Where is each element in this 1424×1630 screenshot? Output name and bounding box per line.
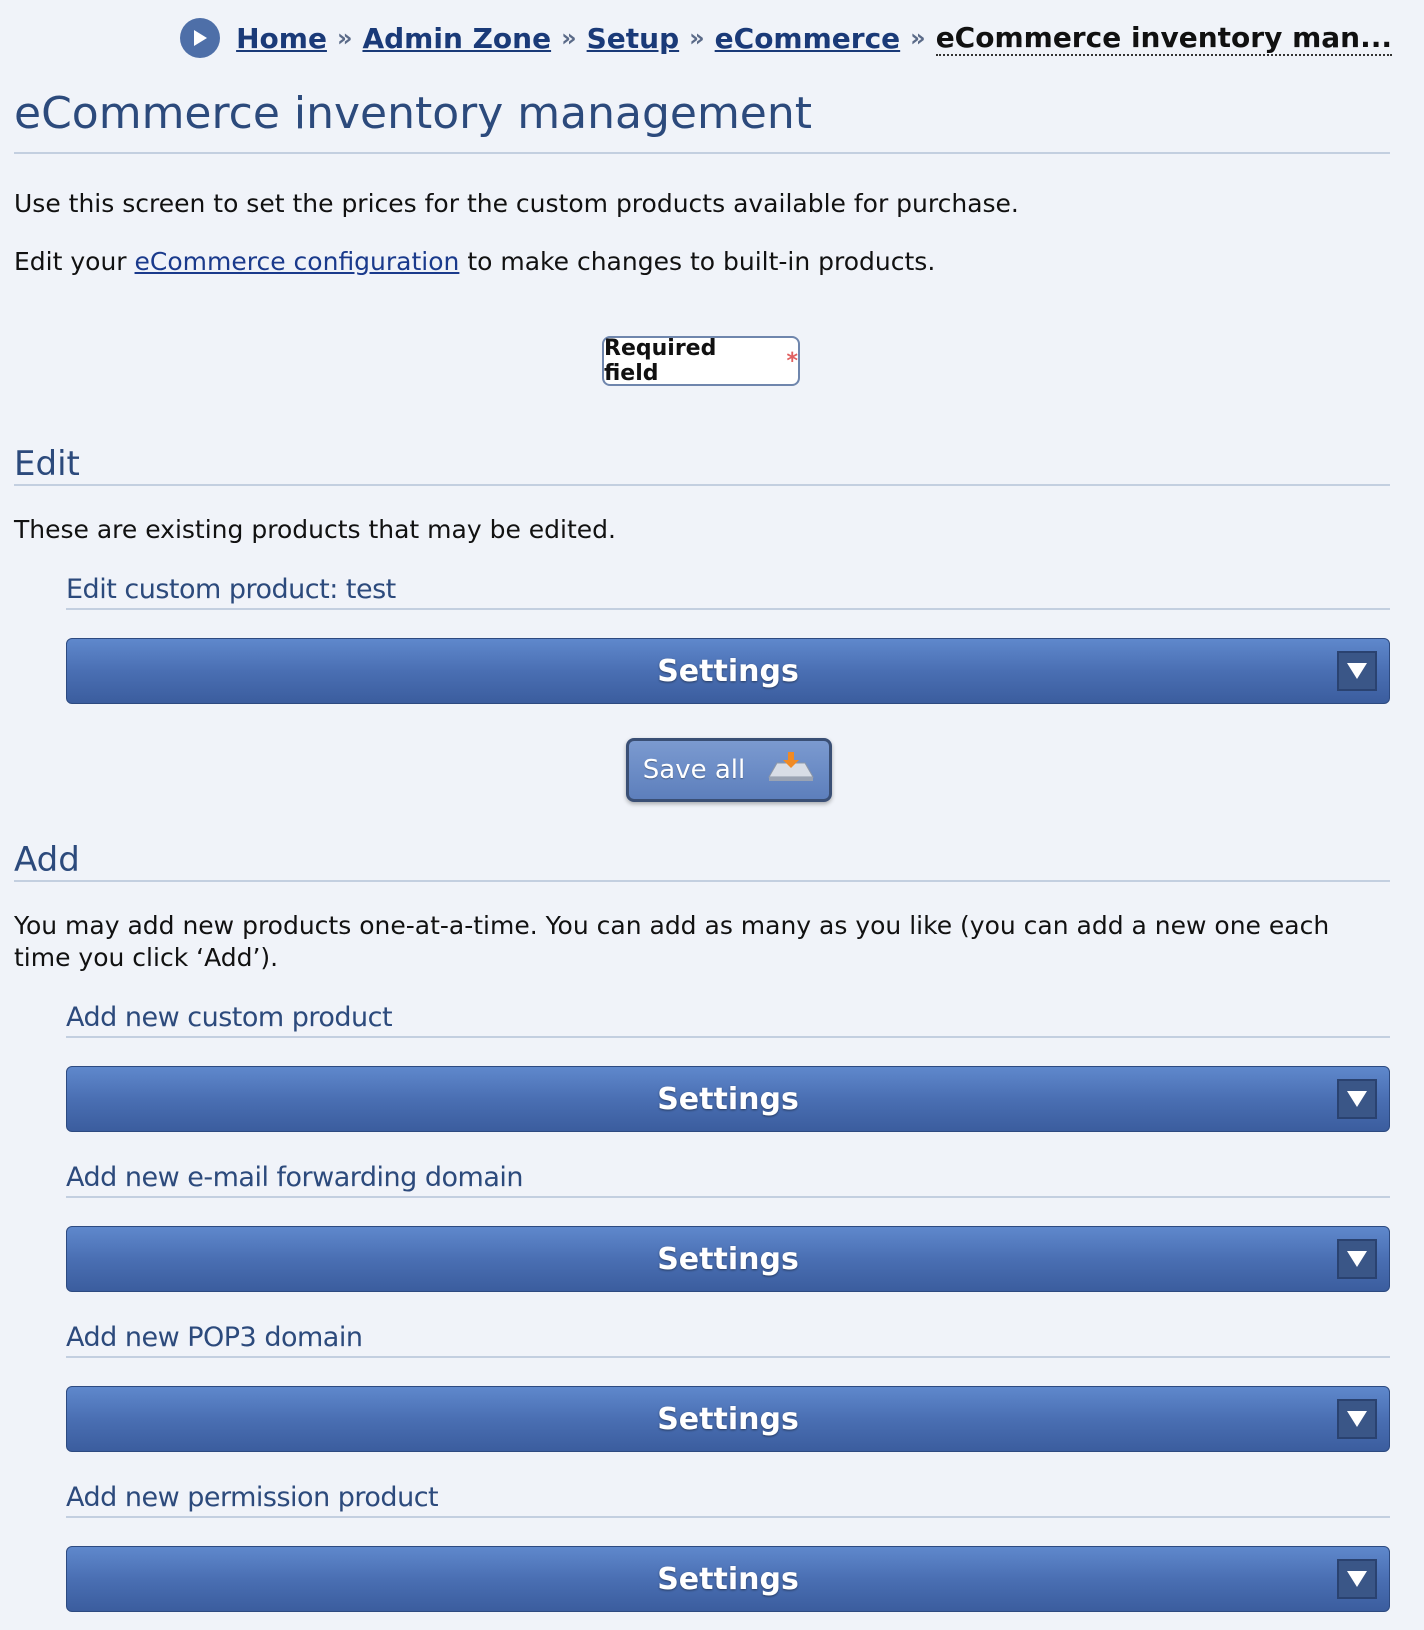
- triangle-down-icon: [1347, 1251, 1367, 1267]
- edit-section-description: These are existing products that may be …: [14, 515, 616, 544]
- add-divider: [14, 880, 1390, 882]
- required-star-icon: *: [786, 348, 798, 374]
- page: Home » Admin Zone » Setup » eCommerce » …: [0, 0, 1424, 1630]
- breadcrumb-current: eCommerce inventory man...: [935, 20, 1392, 56]
- breadcrumb-home-link[interactable]: Home: [236, 22, 327, 55]
- save-icon: [767, 751, 815, 790]
- subheading-divider: [66, 1516, 1390, 1518]
- expand-toggle[interactable]: [1337, 1079, 1377, 1119]
- settings-bar-add-email-forwarding[interactable]: Settings: [66, 1226, 1390, 1292]
- add-custom-product-heading: Add new custom product: [66, 1002, 393, 1033]
- breadcrumb-separator: »: [336, 24, 353, 52]
- save-all-button[interactable]: Save all: [626, 738, 832, 802]
- add-section-heading: Add: [14, 840, 80, 880]
- breadcrumb-separator: »: [561, 24, 577, 52]
- edit-custom-product-heading: Edit custom product: test: [66, 574, 396, 605]
- config-text-prefix: Edit your: [14, 247, 135, 276]
- page-title: eCommerce inventory management: [14, 88, 813, 139]
- breadcrumb-separator: »: [910, 24, 926, 52]
- settings-label: Settings: [657, 1401, 799, 1437]
- config-text: Edit your eCommerce configuration to mak…: [14, 246, 935, 278]
- add-permission-product-heading: Add new permission product: [66, 1482, 439, 1513]
- triangle-down-icon: [1347, 1411, 1367, 1427]
- edit-divider: [14, 484, 1390, 486]
- triangle-down-icon: [1347, 663, 1367, 679]
- config-text-suffix: to make changes to built-in products.: [459, 247, 936, 276]
- breadcrumb-admin-zone-link[interactable]: Admin Zone: [362, 22, 551, 55]
- add-pop3-domain-heading: Add new POP3 domain: [66, 1322, 363, 1353]
- settings-bar-add-permission-product[interactable]: Settings: [66, 1546, 1390, 1612]
- ecommerce-configuration-link[interactable]: eCommerce configuration: [135, 247, 460, 276]
- breadcrumb-setup-link[interactable]: Setup: [587, 22, 680, 55]
- save-all-label: Save all: [642, 755, 746, 785]
- triangle-down-icon: [1347, 1571, 1367, 1587]
- title-divider: [14, 152, 1390, 154]
- expand-toggle[interactable]: [1337, 1559, 1377, 1599]
- subheading-divider: [66, 608, 1390, 610]
- play-icon: [180, 18, 221, 58]
- settings-bar-edit-custom-product[interactable]: Settings: [66, 638, 1390, 704]
- settings-label: Settings: [657, 1561, 799, 1597]
- breadcrumb-separator: »: [689, 24, 705, 52]
- subheading-divider: [66, 1196, 1390, 1198]
- expand-toggle[interactable]: [1337, 1239, 1377, 1279]
- breadcrumb: Home » Admin Zone » Setup » eCommerce » …: [180, 18, 1392, 58]
- subheading-divider: [66, 1036, 1390, 1038]
- add-section-description: You may add new products one-at-a-time. …: [14, 911, 1330, 972]
- breadcrumb-ecommerce-link[interactable]: eCommerce: [715, 22, 901, 55]
- add-email-forwarding-heading: Add new e-mail forwarding domain: [66, 1162, 524, 1193]
- intro-text: Use this screen to set the prices for th…: [14, 189, 1019, 218]
- required-field-label: Required field: [604, 336, 717, 386]
- expand-toggle[interactable]: [1337, 651, 1377, 691]
- settings-label: Settings: [657, 1081, 799, 1117]
- subheading-divider: [66, 1356, 1390, 1358]
- settings-label: Settings: [657, 1241, 799, 1277]
- triangle-down-icon: [1347, 1091, 1367, 1107]
- expand-toggle[interactable]: [1337, 1399, 1377, 1439]
- edit-section-heading: Edit: [14, 444, 80, 484]
- settings-bar-add-custom-product[interactable]: Settings: [66, 1066, 1390, 1132]
- settings-bar-add-pop3-domain[interactable]: Settings: [66, 1386, 1390, 1452]
- settings-label: Settings: [657, 653, 799, 689]
- required-field-legend: Required field *: [602, 336, 800, 386]
